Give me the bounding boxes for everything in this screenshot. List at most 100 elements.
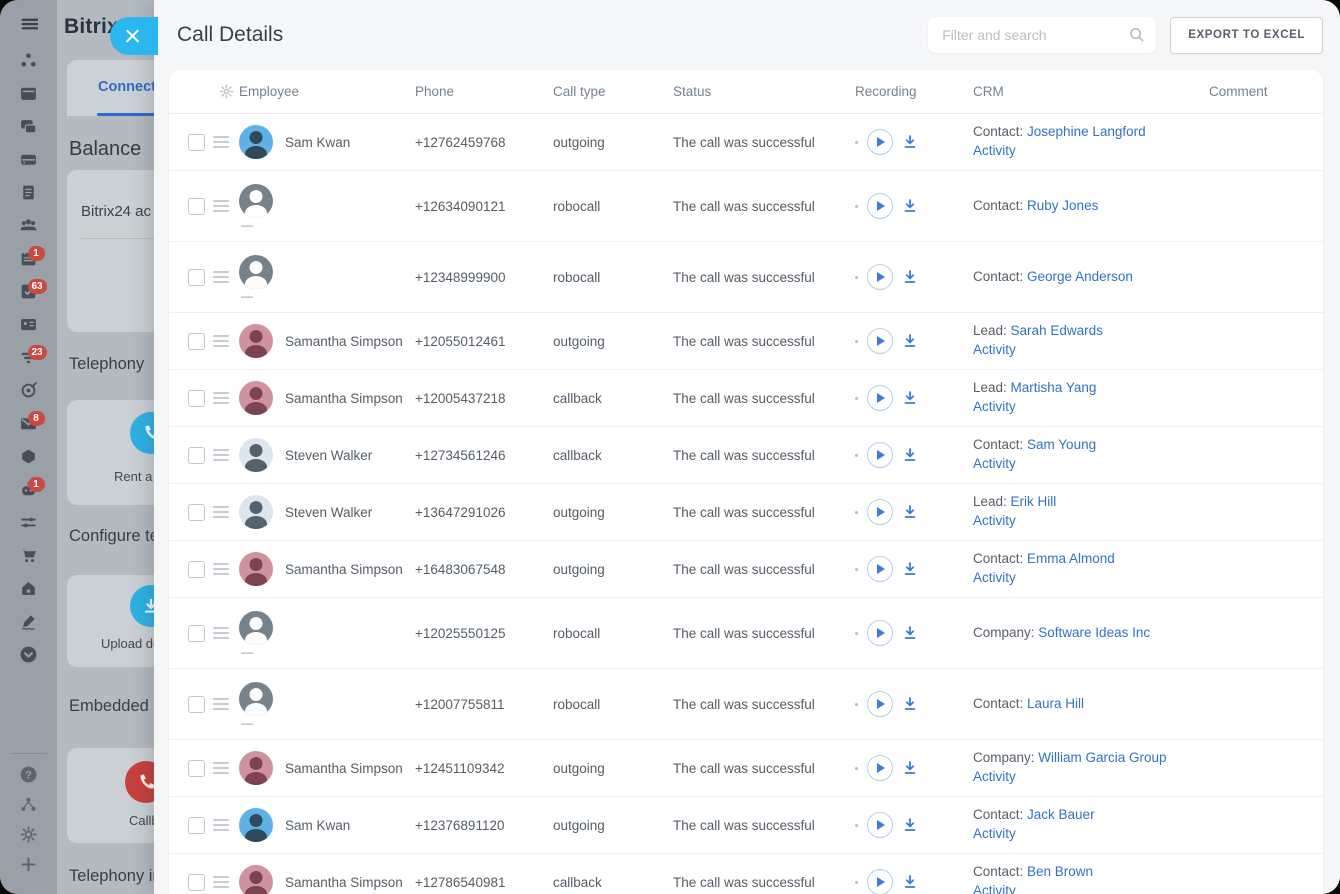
column-header-employee[interactable]: Employee bbox=[239, 84, 415, 99]
sidebar-item-employees[interactable] bbox=[12, 219, 46, 237]
row-checkbox[interactable] bbox=[188, 625, 205, 642]
column-header-phone[interactable]: Phone bbox=[415, 84, 553, 99]
sidebar-item-messenger[interactable] bbox=[12, 120, 46, 138]
download-recording-button[interactable] bbox=[902, 269, 918, 285]
sidebar-item-sign-pen[interactable] bbox=[12, 615, 46, 633]
column-header-crm[interactable]: CRM bbox=[973, 84, 1209, 99]
filter-search-box[interactable] bbox=[928, 17, 1156, 53]
employee-avatar[interactable] bbox=[239, 438, 273, 472]
sidebar-item-documents[interactable] bbox=[12, 186, 46, 204]
row-checkbox[interactable] bbox=[188, 760, 205, 777]
row-checkbox[interactable] bbox=[188, 390, 205, 407]
download-recording-button[interactable] bbox=[902, 760, 918, 776]
download-recording-button[interactable] bbox=[902, 817, 918, 833]
employee-avatar[interactable] bbox=[239, 751, 273, 785]
play-recording-button[interactable] bbox=[867, 755, 893, 781]
row-checkbox[interactable] bbox=[188, 447, 205, 464]
table-settings-gear-icon[interactable] bbox=[213, 84, 239, 99]
drag-handle[interactable] bbox=[213, 762, 229, 774]
crm-entity-link[interactable]: Emma Almond bbox=[1027, 551, 1115, 566]
row-checkbox[interactable] bbox=[188, 561, 205, 578]
sidebar-item-copilot-robot[interactable]: 1 bbox=[12, 483, 46, 501]
row-checkbox[interactable] bbox=[188, 333, 205, 350]
crm-activity-link[interactable]: Activity bbox=[973, 768, 1209, 787]
drag-handle[interactable] bbox=[213, 627, 229, 639]
drag-handle[interactable] bbox=[213, 335, 229, 347]
download-recording-button[interactable] bbox=[902, 447, 918, 463]
crm-activity-link[interactable]: Activity bbox=[973, 569, 1209, 588]
drag-handle[interactable] bbox=[213, 506, 229, 518]
employee-avatar[interactable] bbox=[239, 255, 273, 289]
sidebar-item-automation-sliders[interactable] bbox=[12, 516, 46, 534]
drag-handle[interactable] bbox=[213, 136, 229, 148]
download-recording-button[interactable] bbox=[902, 561, 918, 577]
menu-toggle-button[interactable] bbox=[0, 0, 57, 46]
sidebar-item-connections[interactable] bbox=[12, 54, 46, 72]
employee-avatar[interactable] bbox=[239, 381, 273, 415]
sidebar-item-drive[interactable] bbox=[12, 153, 46, 171]
download-recording-button[interactable] bbox=[902, 504, 918, 520]
crm-entity-link[interactable]: George Anderson bbox=[1027, 269, 1133, 284]
drag-handle[interactable] bbox=[213, 698, 229, 710]
play-recording-button[interactable] bbox=[867, 812, 893, 838]
column-header-comment[interactable]: Comment bbox=[1209, 84, 1323, 99]
employee-avatar[interactable] bbox=[239, 611, 273, 645]
filter-search-input[interactable] bbox=[928, 17, 1156, 53]
crm-activity-link[interactable]: Activity bbox=[973, 455, 1209, 474]
tab-connections[interactable]: Connectio bbox=[98, 79, 154, 95]
crm-entity-link[interactable]: Josephine Langford bbox=[1027, 124, 1146, 139]
row-checkbox[interactable] bbox=[188, 269, 205, 286]
play-recording-button[interactable] bbox=[867, 328, 893, 354]
play-recording-button[interactable] bbox=[867, 691, 893, 717]
sidebar-item-add-plus[interactable] bbox=[12, 858, 46, 876]
play-recording-button[interactable] bbox=[867, 442, 893, 468]
crm-entity-link[interactable]: William Garcia Group bbox=[1038, 750, 1166, 765]
crm-activity-link[interactable]: Activity bbox=[973, 882, 1209, 894]
sidebar-item-desktop[interactable] bbox=[12, 87, 46, 105]
play-recording-button[interactable] bbox=[867, 385, 893, 411]
employee-avatar[interactable] bbox=[239, 125, 273, 159]
column-header-status[interactable]: Status bbox=[673, 84, 855, 99]
crm-entity-link[interactable]: Martisha Yang bbox=[1011, 380, 1097, 395]
sidebar-item-more-chevron[interactable] bbox=[12, 648, 46, 666]
employee-avatar[interactable] bbox=[239, 682, 273, 716]
employee-avatar[interactable] bbox=[239, 184, 273, 218]
drag-handle[interactable] bbox=[213, 563, 229, 575]
drag-handle[interactable] bbox=[213, 876, 229, 888]
play-recording-button[interactable] bbox=[867, 556, 893, 582]
download-recording-button[interactable] bbox=[902, 874, 918, 890]
crm-entity-link[interactable]: Sam Young bbox=[1027, 437, 1096, 452]
crm-entity-link[interactable]: Sarah Edwards bbox=[1011, 323, 1103, 338]
row-checkbox[interactable] bbox=[188, 874, 205, 891]
column-header-recording[interactable]: Recording bbox=[855, 84, 973, 99]
download-recording-button[interactable] bbox=[902, 696, 918, 712]
crm-activity-link[interactable]: Activity bbox=[973, 398, 1209, 417]
drag-handle[interactable] bbox=[213, 819, 229, 831]
crm-entity-link[interactable]: Ruby Jones bbox=[1027, 198, 1098, 213]
sidebar-item-settings[interactable] bbox=[12, 828, 46, 846]
drag-handle[interactable] bbox=[213, 200, 229, 212]
sidebar-item-calendar[interactable]: 1 bbox=[12, 252, 46, 270]
crm-entity-link[interactable]: Erik Hill bbox=[1011, 494, 1057, 509]
sidebar-item-contact-card[interactable] bbox=[12, 318, 46, 336]
sidebar-item-mail[interactable]: 8 bbox=[12, 417, 46, 435]
sidebar-item-help[interactable]: ? bbox=[12, 768, 46, 786]
play-recording-button[interactable] bbox=[867, 499, 893, 525]
play-recording-button[interactable] bbox=[867, 869, 893, 894]
employee-avatar[interactable] bbox=[239, 495, 273, 529]
crm-activity-link[interactable]: Activity bbox=[973, 512, 1209, 531]
download-recording-button[interactable] bbox=[902, 625, 918, 641]
play-recording-button[interactable] bbox=[867, 620, 893, 646]
crm-entity-link[interactable]: Jack Bauer bbox=[1027, 807, 1095, 822]
sidebar-item-marketing-target[interactable] bbox=[12, 384, 46, 402]
sidebar-item-tasks[interactable]: 63 bbox=[12, 285, 46, 303]
drag-handle[interactable] bbox=[213, 392, 229, 404]
row-checkbox[interactable] bbox=[188, 134, 205, 151]
sidebar-item-shop-cart[interactable] bbox=[12, 549, 46, 567]
drag-handle[interactable] bbox=[213, 449, 229, 461]
crm-entity-link[interactable]: Software Ideas Inc bbox=[1038, 625, 1150, 640]
employee-avatar[interactable] bbox=[239, 552, 273, 586]
crm-activity-link[interactable]: Activity bbox=[973, 825, 1209, 844]
play-recording-button[interactable] bbox=[867, 264, 893, 290]
close-slider-button[interactable] bbox=[110, 17, 158, 55]
